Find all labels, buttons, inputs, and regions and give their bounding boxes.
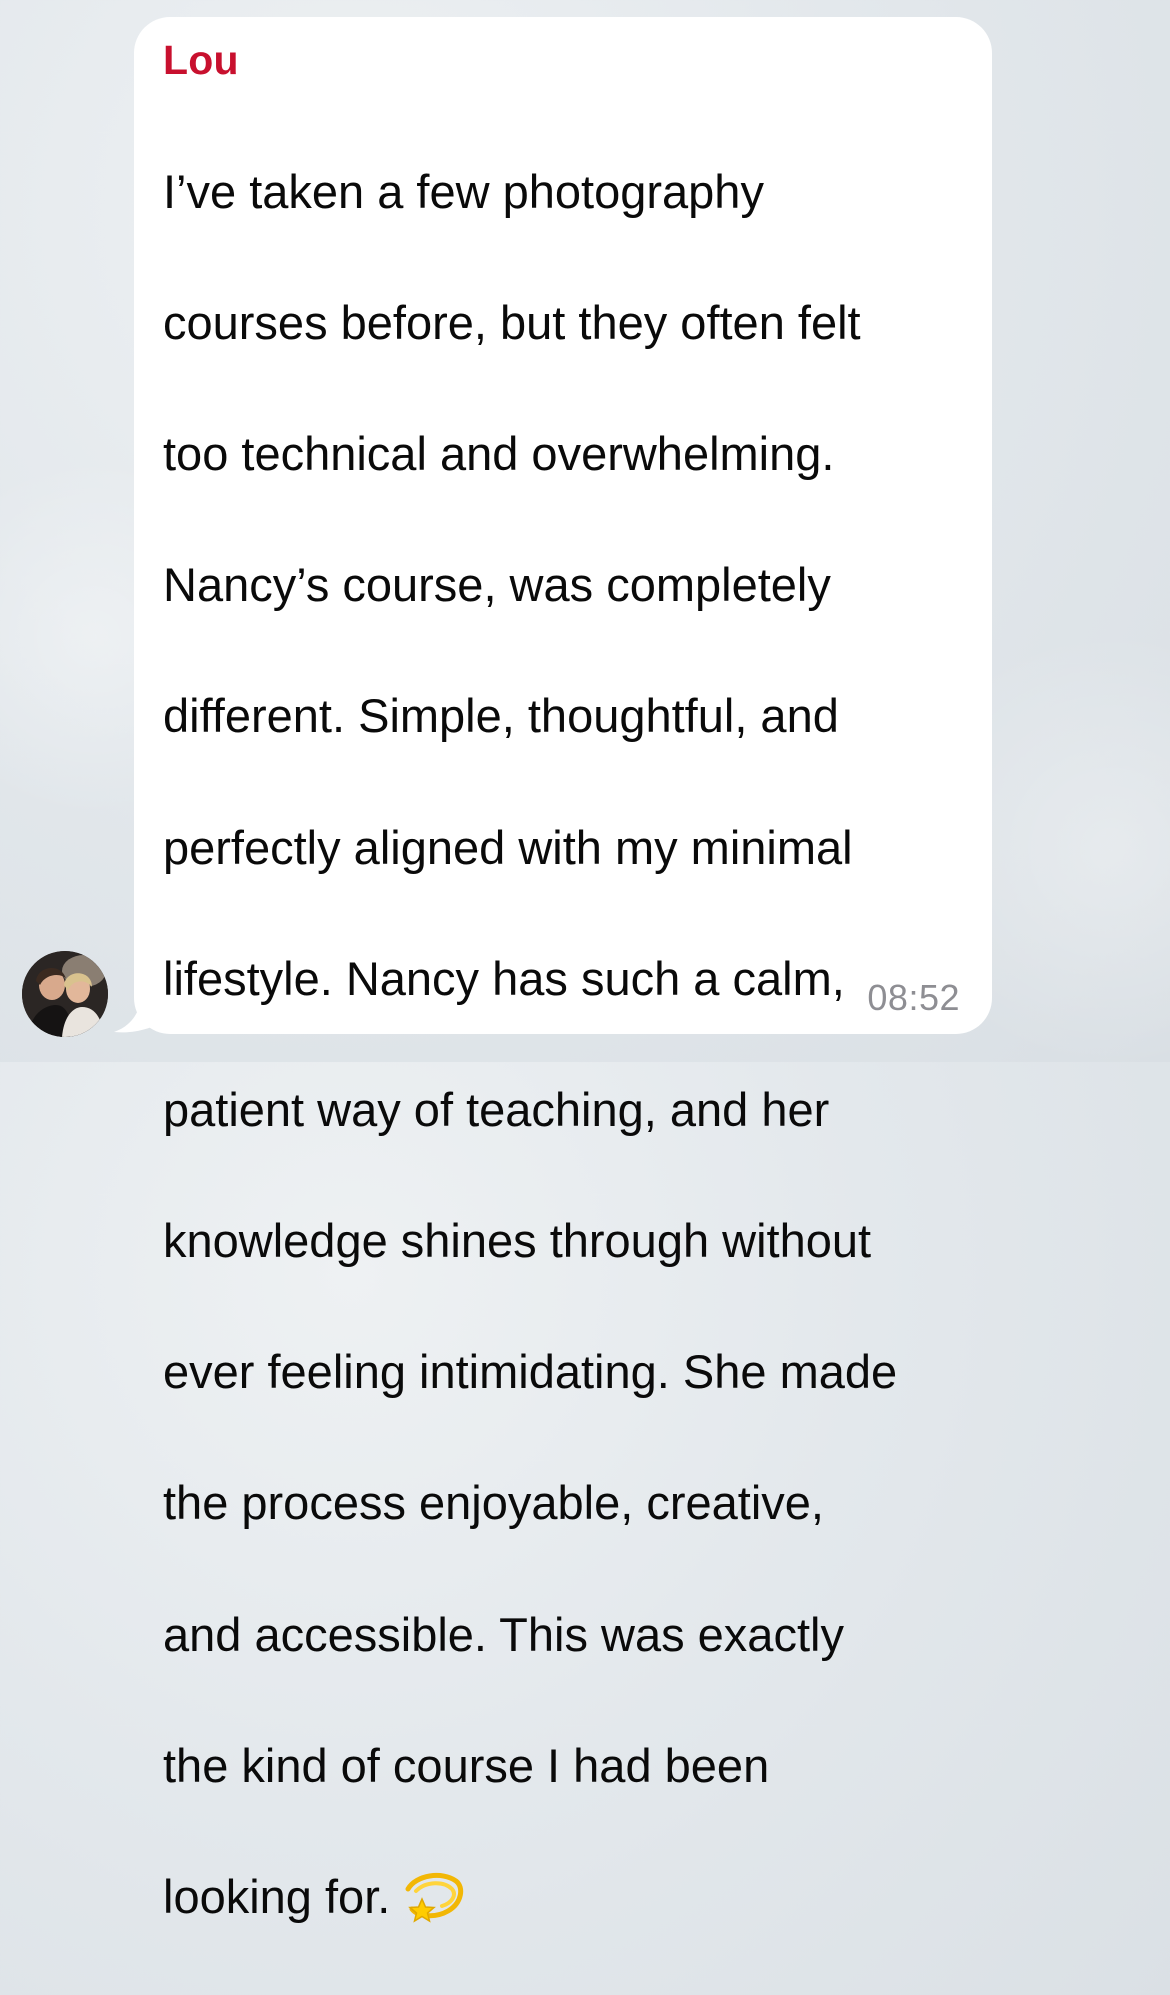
message-line: the kind of course I had been xyxy=(163,1738,770,1792)
message-line: lifestyle. Nancy has such a calm, xyxy=(163,951,845,1005)
message-line: perfectly aligned with my minimal xyxy=(163,820,853,874)
message-line: ever feeling intimidating. She made xyxy=(163,1345,898,1399)
message-line: too technical and overwhelming. xyxy=(163,426,835,480)
sender-name[interactable]: Lou xyxy=(163,36,239,84)
message-line-last: looking for. xyxy=(163,1864,973,1930)
message-line: patient way of teaching, and her xyxy=(163,1082,830,1136)
message-line: courses before, but they often felt xyxy=(163,295,861,349)
message-line: the process enjoyable, creative, xyxy=(163,1476,824,1530)
message-line: I’ve taken a few photography xyxy=(163,164,764,218)
message-line: and accessible. This was exactly xyxy=(163,1607,844,1661)
dizzy-star-emoji-icon xyxy=(405,1872,464,1923)
message-line: knowledge shines through without xyxy=(163,1214,872,1268)
message-line: different. Simple, thoughtful, and xyxy=(163,689,839,743)
message-line: Nancy’s course, was completely xyxy=(163,558,831,612)
profile-photo-icon xyxy=(22,951,108,1037)
message-line: looking for. xyxy=(163,1870,391,1924)
sender-avatar[interactable] xyxy=(22,951,108,1037)
message-timestamp: 08:52 xyxy=(867,977,960,1018)
message-text: I’ve taken a few photography courses bef… xyxy=(163,93,973,1995)
